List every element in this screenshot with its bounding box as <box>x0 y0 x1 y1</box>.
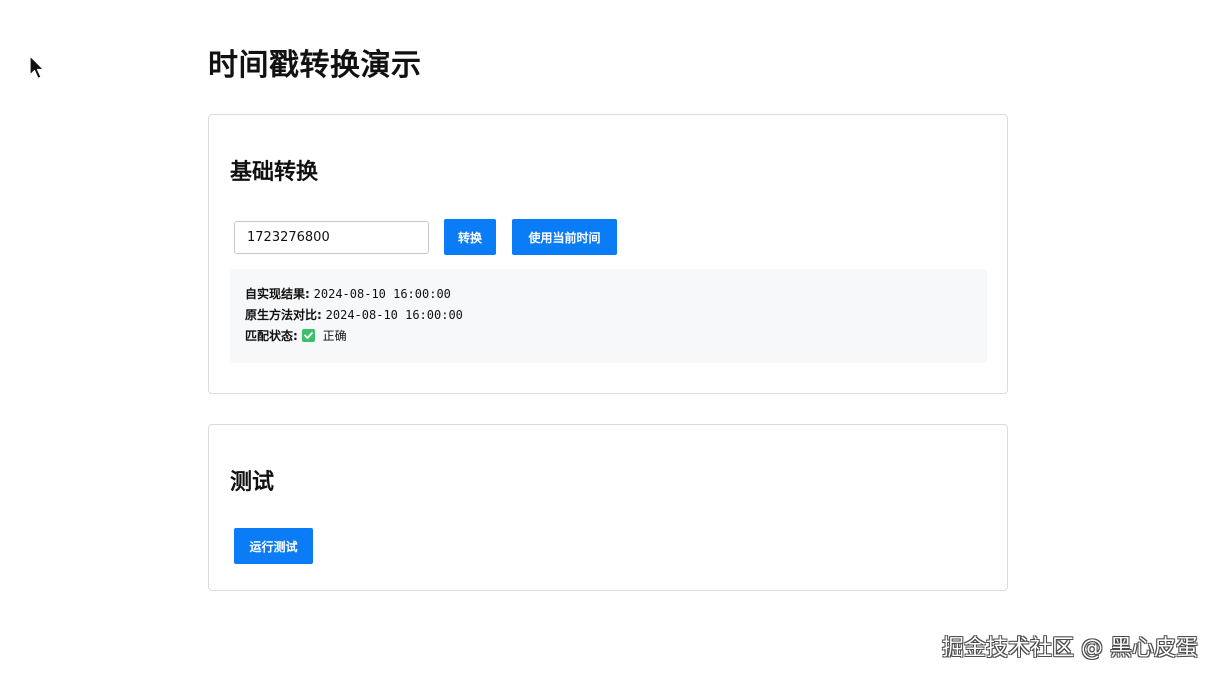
test-card: 测试 运行测试 <box>208 424 1008 591</box>
custom-result-value: 2024-08-10 16:00:00 <box>313 287 451 301</box>
match-status-label: 匹配状态: <box>245 329 298 343</box>
page-title: 时间戳转换演示 <box>208 48 422 83</box>
timestamp-input[interactable] <box>234 220 429 254</box>
use-current-time-button[interactable]: 使用当前时间 <box>512 219 617 255</box>
watermark: 掘金技术社区 @ 黑心皮蛋 <box>942 636 1198 661</box>
mouse-cursor-icon <box>29 55 45 80</box>
result-panel: 自实现结果: 2024-08-10 16:00:00 原生方法对比: 2024-… <box>230 269 987 363</box>
conversion-controls: 转换 使用当前时间 <box>234 219 617 255</box>
match-status-row: 匹配状态: 正确 <box>245 326 347 346</box>
native-result-row: 原生方法对比: 2024-08-10 16:00:00 <box>245 305 463 325</box>
run-tests-button[interactable]: 运行测试 <box>234 528 313 564</box>
check-icon <box>301 329 315 342</box>
native-result-value: 2024-08-10 16:00:00 <box>325 308 463 322</box>
convert-button[interactable]: 转换 <box>444 219 496 255</box>
custom-result-row: 自实现结果: 2024-08-10 16:00:00 <box>245 284 451 304</box>
test-card-title: 测试 <box>230 470 275 495</box>
custom-result-label: 自实现结果: <box>245 287 310 301</box>
basic-conversion-card: 基础转换 转换 使用当前时间 自实现结果: 2024-08-10 16:00:0… <box>208 114 1008 394</box>
match-status-value: 正确 <box>322 329 347 343</box>
page-container: 时间戳转换演示 基础转换 转换 使用当前时间 自实现结果: 2024-08-10… <box>208 40 1008 591</box>
basic-conversion-title: 基础转换 <box>230 160 319 185</box>
native-result-label: 原生方法对比: <box>245 308 322 322</box>
